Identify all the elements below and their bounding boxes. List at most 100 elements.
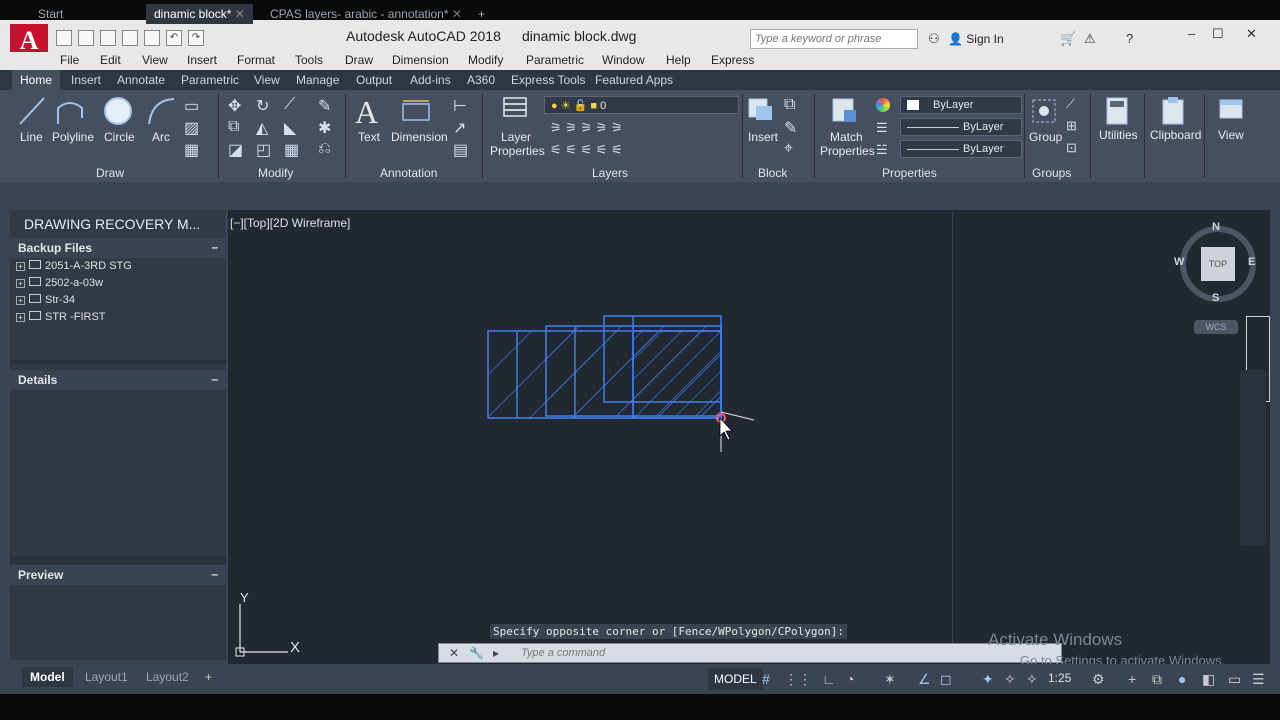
group-icon[interactable]: [1030, 96, 1058, 126]
customization-menu-icon[interactable]: ☰: [1252, 671, 1265, 688]
layer-tools-row2-icon[interactable]: ⚟ ⚟ ⚟ ⚟ ⚟: [550, 142, 623, 158]
backup-file-item[interactable]: +2051-A-3RD STG: [16, 260, 132, 272]
text-label[interactable]: Text: [358, 130, 380, 144]
modify-panel-title[interactable]: Modify: [258, 166, 293, 180]
doc-tab-start[interactable]: Start: [30, 4, 71, 24]
doc-tab-dinamic-block[interactable]: dinamic block* ✕: [146, 4, 253, 24]
save-icon[interactable]: [100, 30, 116, 46]
plot-icon[interactable]: [144, 30, 160, 46]
circle-label[interactable]: Circle: [104, 130, 135, 144]
customize-icon[interactable]: 🔧: [469, 646, 484, 660]
collapse-icon[interactable]: –: [211, 567, 218, 581]
utilities-label[interactable]: Utilities: [1099, 128, 1138, 142]
rotate-icon[interactable]: ↻: [256, 96, 269, 116]
dynamic-block-drawing[interactable]: [487, 315, 755, 452]
annotation-panel-title[interactable]: Annotation: [380, 166, 437, 180]
minimize-icon[interactable]: –: [1188, 26, 1195, 41]
arc-label[interactable]: Arc: [152, 130, 170, 144]
annotation-visibility-icon[interactable]: ✦: [982, 671, 994, 688]
workspace-gear-icon[interactable]: ⚙: [1092, 671, 1105, 688]
expand-icon[interactable]: +: [16, 313, 25, 322]
scale-icon[interactable]: ◰: [256, 140, 271, 160]
offset-icon[interactable]: ⎌: [318, 140, 331, 158]
binoculars-icon[interactable]: ⚇: [928, 31, 940, 47]
match-properties-label-2[interactable]: Properties: [820, 144, 875, 158]
object-snap-icon[interactable]: ◻: [940, 671, 952, 688]
leader-icon[interactable]: ↗: [453, 118, 466, 138]
line-label[interactable]: Line: [20, 130, 43, 144]
lineweight-icon[interactable]: ☰: [876, 120, 888, 136]
menu-parametric[interactable]: Parametric: [526, 53, 584, 67]
close-icon[interactable]: ✕: [1246, 26, 1257, 42]
hardware-acceleration-icon[interactable]: ◧: [1202, 671, 1215, 688]
linetype-dropdown[interactable]: ByLayer: [900, 140, 1022, 158]
attribute-icon[interactable]: ⌖: [784, 140, 793, 158]
tab-addins[interactable]: Add-ins: [410, 73, 451, 87]
menu-modify[interactable]: Modify: [468, 53, 503, 67]
new-layout-button[interactable]: +: [205, 670, 212, 684]
ungroup-icon[interactable]: ⟋: [1066, 96, 1075, 112]
lineweight-dropdown[interactable]: ByLayer: [900, 118, 1022, 136]
circle-tool-icon[interactable]: [103, 96, 133, 126]
properties-panel-title[interactable]: Properties: [882, 166, 937, 180]
collapse-icon[interactable]: –: [211, 372, 218, 386]
layer-dropdown[interactable]: ● ☀ 🔓 ■ 0: [544, 96, 739, 114]
polyline-tool-icon[interactable]: [56, 98, 86, 126]
expand-icon[interactable]: +: [16, 279, 25, 288]
compass-north[interactable]: N: [1212, 221, 1220, 233]
annotation-scale-icon[interactable]: ✧: [1026, 671, 1038, 688]
collapse-icon[interactable]: –: [211, 240, 218, 254]
clipboard-icon[interactable]: [1160, 96, 1186, 126]
tab-express-tools[interactable]: Express Tools: [511, 73, 585, 87]
layout2-tab[interactable]: Layout2: [146, 670, 189, 684]
wcs-menu[interactable]: WCS: [1194, 320, 1238, 334]
layout1-tab[interactable]: Layout1: [85, 670, 128, 684]
groups-panel-title[interactable]: Groups: [1032, 166, 1071, 180]
menu-format[interactable]: Format: [237, 53, 275, 67]
menu-dimension[interactable]: Dimension: [392, 53, 449, 67]
match-properties-label[interactable]: Match: [830, 130, 863, 144]
hatch-icon[interactable]: ▨: [184, 118, 199, 138]
view-icon[interactable]: [1218, 98, 1244, 122]
tab-a360[interactable]: A360: [467, 73, 495, 87]
new-tab-button[interactable]: +: [470, 4, 493, 24]
menu-window[interactable]: Window: [602, 53, 645, 67]
help-search-input[interactable]: Type a keyword or phrase: [750, 29, 918, 49]
tab-insert[interactable]: Insert: [71, 73, 101, 87]
viewcube-top-face[interactable]: TOP: [1201, 247, 1235, 281]
close-command-icon[interactable]: ✕: [449, 646, 459, 660]
backup-file-item[interactable]: + Str-34: [16, 294, 75, 306]
cart-icon[interactable]: 🛒: [1060, 31, 1076, 47]
polar-icon[interactable]: ◔: [846, 671, 854, 687]
color-dropdown[interactable]: ByLayer: [900, 96, 1022, 114]
command-line[interactable]: ✕ 🔧 ▸ Type a command: [438, 643, 1062, 663]
clipboard-label[interactable]: Clipboard: [1150, 128, 1201, 142]
model-space-button[interactable]: MODEL: [708, 668, 763, 690]
menu-draw[interactable]: Draw: [345, 53, 373, 67]
erase-icon[interactable]: ✎: [318, 96, 331, 116]
polyline-label[interactable]: Polyline: [52, 130, 94, 144]
table-icon[interactable]: ▤: [453, 140, 468, 160]
tab-output[interactable]: Output: [356, 73, 392, 87]
layer-properties-icon[interactable]: [500, 96, 530, 126]
layer-properties-label[interactable]: Layer: [501, 130, 531, 144]
close-tab-icon[interactable]: ✕: [235, 7, 245, 21]
grid-icon[interactable]: #: [762, 671, 770, 687]
new-file-icon[interactable]: [56, 30, 72, 46]
color-wheel-icon[interactable]: [876, 98, 890, 112]
plus-icon[interactable]: +: [1128, 671, 1136, 687]
layers-panel-title[interactable]: Layers: [592, 166, 628, 180]
splitter-bar[interactable]: [10, 360, 226, 364]
object-snap-tracking-icon[interactable]: ∠: [918, 671, 931, 688]
array-icon[interactable]: ▦: [284, 140, 299, 160]
stretch-icon[interactable]: ◪: [228, 140, 243, 160]
exchange-icon[interactable]: ⚠: [1084, 31, 1096, 47]
dimension-label[interactable]: Dimension: [391, 130, 448, 144]
mirror-icon[interactable]: ◭: [256, 118, 268, 138]
units-icon[interactable]: ⧉: [1152, 671, 1162, 688]
menu-express[interactable]: Express: [711, 53, 754, 67]
drawing-svg[interactable]: Y X: [228, 210, 1270, 664]
insert-block-icon[interactable]: [746, 96, 776, 124]
model-tab[interactable]: Model: [22, 667, 73, 687]
save-as-icon[interactable]: [122, 30, 138, 46]
